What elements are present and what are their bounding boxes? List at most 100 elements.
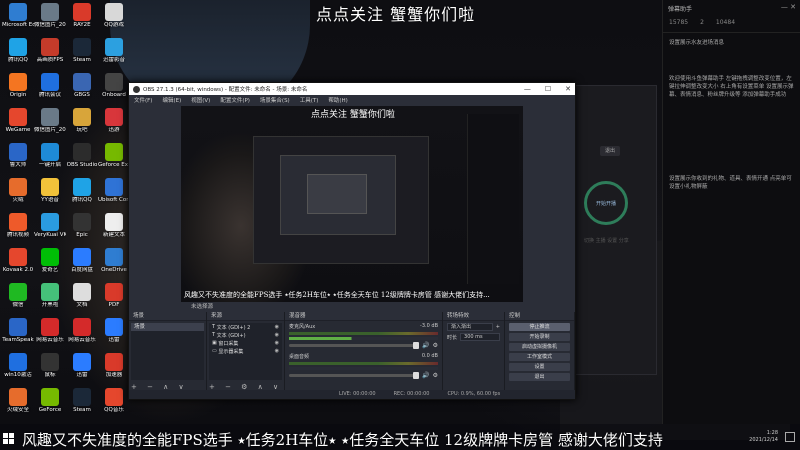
desktop-icon[interactable]: 百度网盘 xyxy=(66,248,98,274)
desktop-icon[interactable]: GeForce xyxy=(34,388,66,414)
notification-icon[interactable] xyxy=(785,432,795,442)
desktop-icon[interactable]: 文档 xyxy=(66,283,98,309)
desktop-icon[interactable]: Kovaak 2.0 xyxy=(2,248,34,274)
source-item[interactable]: T 文本 (GDI+) 2 ◉ xyxy=(209,323,282,331)
desktop-icon[interactable]: Steam xyxy=(66,38,98,64)
desktop-icon[interactable]: Steam xyxy=(66,388,98,414)
desktop-icon[interactable]: 腾讯QQ xyxy=(2,38,34,64)
settings-button[interactable]: 设置 xyxy=(509,363,570,371)
desktop-icon[interactable]: 腾讯会议 xyxy=(34,73,66,99)
desktop-icon[interactable]: 开黑啦 xyxy=(34,283,66,309)
fader-knob[interactable] xyxy=(413,342,420,349)
stop-streaming-button[interactable]: 停止推流 xyxy=(509,323,570,331)
desktop-icon[interactable]: 新建文本 xyxy=(98,213,130,239)
add-transition-icon[interactable]: + xyxy=(496,324,500,330)
menu-help[interactable]: 帮助(H) xyxy=(328,96,347,104)
desktop-icon[interactable]: 迅雷 xyxy=(98,318,130,344)
desktop-icon[interactable]: WeGame xyxy=(2,108,34,134)
speaker-icon[interactable]: 🔊 xyxy=(422,372,429,379)
live-streaming-app[interactable]: 退出 开始开播 切换 主播 设置 分享 xyxy=(575,85,657,375)
menu-profile[interactable]: 配置文件(P) xyxy=(220,96,250,104)
desktop-icon[interactable]: 微信 xyxy=(2,283,34,309)
visibility-eye-icon[interactable]: ◉ xyxy=(275,324,279,330)
desktop-icon[interactable]: 微信图片_2021100... xyxy=(34,108,66,134)
gear-icon[interactable]: ⚙ xyxy=(433,342,438,349)
obs-preview-canvas[interactable]: 点点关注 蟹蟹你们啦 风趣又不失准度的全能FPS选手 ⭑任务2H车位⭑ ⭑任务全… xyxy=(181,106,523,302)
desktop-icon[interactable]: OBS Studio xyxy=(66,143,98,169)
exit-button[interactable]: 退出 xyxy=(509,373,570,381)
menu-view[interactable]: 视图(V) xyxy=(191,96,210,104)
source-item[interactable]: T 文本 (GDI+) ◉ xyxy=(209,331,282,339)
desktop-icon[interactable]: OneDrive xyxy=(98,248,130,274)
desktop-icon[interactable]: PDF xyxy=(98,283,130,309)
menu-tools[interactable]: 工具(T) xyxy=(300,96,319,104)
desktop-icon[interactable]: Geforce Experience xyxy=(98,143,130,169)
menu-file[interactable]: 文件(F) xyxy=(134,96,152,104)
desktop-icon[interactable]: 迅雷影音 xyxy=(98,38,130,64)
menu-edit[interactable]: 编辑(E) xyxy=(162,96,181,104)
desktop-icon[interactable]: 鲁大师 xyxy=(2,143,34,169)
desktop-icon[interactable]: 网易云音乐 xyxy=(66,318,98,344)
close-button[interactable]: ✕ xyxy=(565,85,571,93)
desktop-icon[interactable]: 微信图片_2021100... xyxy=(34,3,66,29)
start-recording-button[interactable]: 开始录制 xyxy=(509,333,570,341)
desktop-icon[interactable]: QQ游戏 xyxy=(98,3,130,29)
visibility-eye-icon[interactable]: ◉ xyxy=(275,340,279,346)
desktop-icon[interactable]: YY语音 xyxy=(34,178,66,204)
desktop-icon[interactable]: Epic xyxy=(66,213,98,239)
volume-fader[interactable] xyxy=(289,342,420,349)
speaker-icon[interactable]: 🔊 xyxy=(422,342,429,349)
desktop-icon[interactable]: 高画质FPS xyxy=(34,38,66,64)
desktop-icon[interactable]: TeamSpeak xyxy=(2,318,34,344)
desktop-icon[interactable]: 腾讯QQ xyxy=(66,178,98,204)
danmaku-assistant-panel[interactable]: 弹幕助手 — ✕ 15785 2 10484 设置展示水友进场消息 欢迎使用斗鱼… xyxy=(662,0,800,424)
desktop-icon[interactable]: 火绒安全 xyxy=(2,388,34,414)
desktop-icon[interactable]: QQ音乐 xyxy=(98,388,130,414)
volume-fader[interactable] xyxy=(289,372,420,379)
menu-scene-collection[interactable]: 场景集合(S) xyxy=(260,96,290,104)
obs-titlebar[interactable]: OBS 27.1.3 (64-bit, windows) - 配置文件: 未命名… xyxy=(129,83,575,95)
desktop-icon[interactable]: Onboard xyxy=(98,73,130,99)
windows-start-icon[interactable] xyxy=(3,433,14,444)
duration-input[interactable]: 300 ms xyxy=(460,333,500,341)
desktop-icon[interactable]: 一键开启 xyxy=(34,143,66,169)
desktop-icon-label: Origin xyxy=(9,92,27,98)
desktop-icon[interactable]: 爱奇艺 xyxy=(34,248,66,274)
source-item[interactable]: ▭ 显示器采集 ◉ xyxy=(209,347,282,355)
desktop-icon[interactable]: 迅雷 xyxy=(66,353,98,379)
visibility-eye-icon[interactable]: ◉ xyxy=(275,332,279,338)
minimize-button[interactable]: — xyxy=(524,85,531,93)
obs-window[interactable]: OBS 27.1.3 (64-bit, windows) - 配置文件: 未命名… xyxy=(128,82,576,400)
desktop-icon[interactable]: 腾讯视频 xyxy=(2,213,34,239)
gear-icon[interactable]: ⚙ xyxy=(433,372,438,379)
taskbar-clock[interactable]: 1:28 2021/12/14 xyxy=(749,430,778,444)
visibility-eye-icon[interactable]: ◉ xyxy=(275,348,279,354)
scenes-list[interactable]: 场景 xyxy=(131,323,204,380)
live-app-exit-button[interactable]: 退出 xyxy=(600,146,620,156)
fader-knob[interactable] xyxy=(413,372,420,379)
app-icon xyxy=(9,73,27,91)
desktop-icon[interactable]: Microsoft Edge xyxy=(2,3,34,29)
transition-select[interactable]: 渐入渐出 xyxy=(447,323,493,331)
desktop-icon[interactable]: win10激活 xyxy=(2,353,34,379)
desktop-icon[interactable]: VeryKuai VK xyxy=(34,213,66,239)
virtual-camera-button[interactable]: 启动虚拟摄像机 xyxy=(509,343,570,351)
maximize-button[interactable]: ☐ xyxy=(545,85,551,93)
desktop-icon[interactable]: 迅游 xyxy=(98,108,130,134)
sources-list[interactable]: T 文本 (GDI+) 2 ◉ T 文本 (GDI+) ◉ ▣ 窗口采集 ◉ ▭… xyxy=(209,323,282,380)
desktop-icon[interactable]: 玩吧 xyxy=(66,108,98,134)
desktop-icon[interactable]: Ubisoft Connect xyxy=(98,178,130,204)
desktop-icon[interactable]: 鼠标 xyxy=(34,353,66,379)
desktop-icon[interactable]: RAY2E xyxy=(66,3,98,29)
desktop-icon[interactable]: Origin xyxy=(2,73,34,99)
assistant-window-controls[interactable]: — ✕ xyxy=(781,3,796,11)
desktop-icon[interactable]: 加速器 xyxy=(98,353,130,379)
source-item[interactable]: ▣ 窗口采集 ◉ xyxy=(209,339,282,347)
desktop-icon[interactable]: GBGS xyxy=(66,73,98,99)
studio-mode-button[interactable]: 工作室模式 xyxy=(509,353,570,361)
desktop-icon[interactable]: 网易云音乐 xyxy=(34,318,66,344)
start-broadcast-button[interactable]: 开始开播 xyxy=(584,181,628,225)
desktop-icon[interactable]: 火绒 xyxy=(2,178,34,204)
scene-item[interactable]: 场景 xyxy=(131,323,204,331)
app-icon xyxy=(41,108,59,126)
